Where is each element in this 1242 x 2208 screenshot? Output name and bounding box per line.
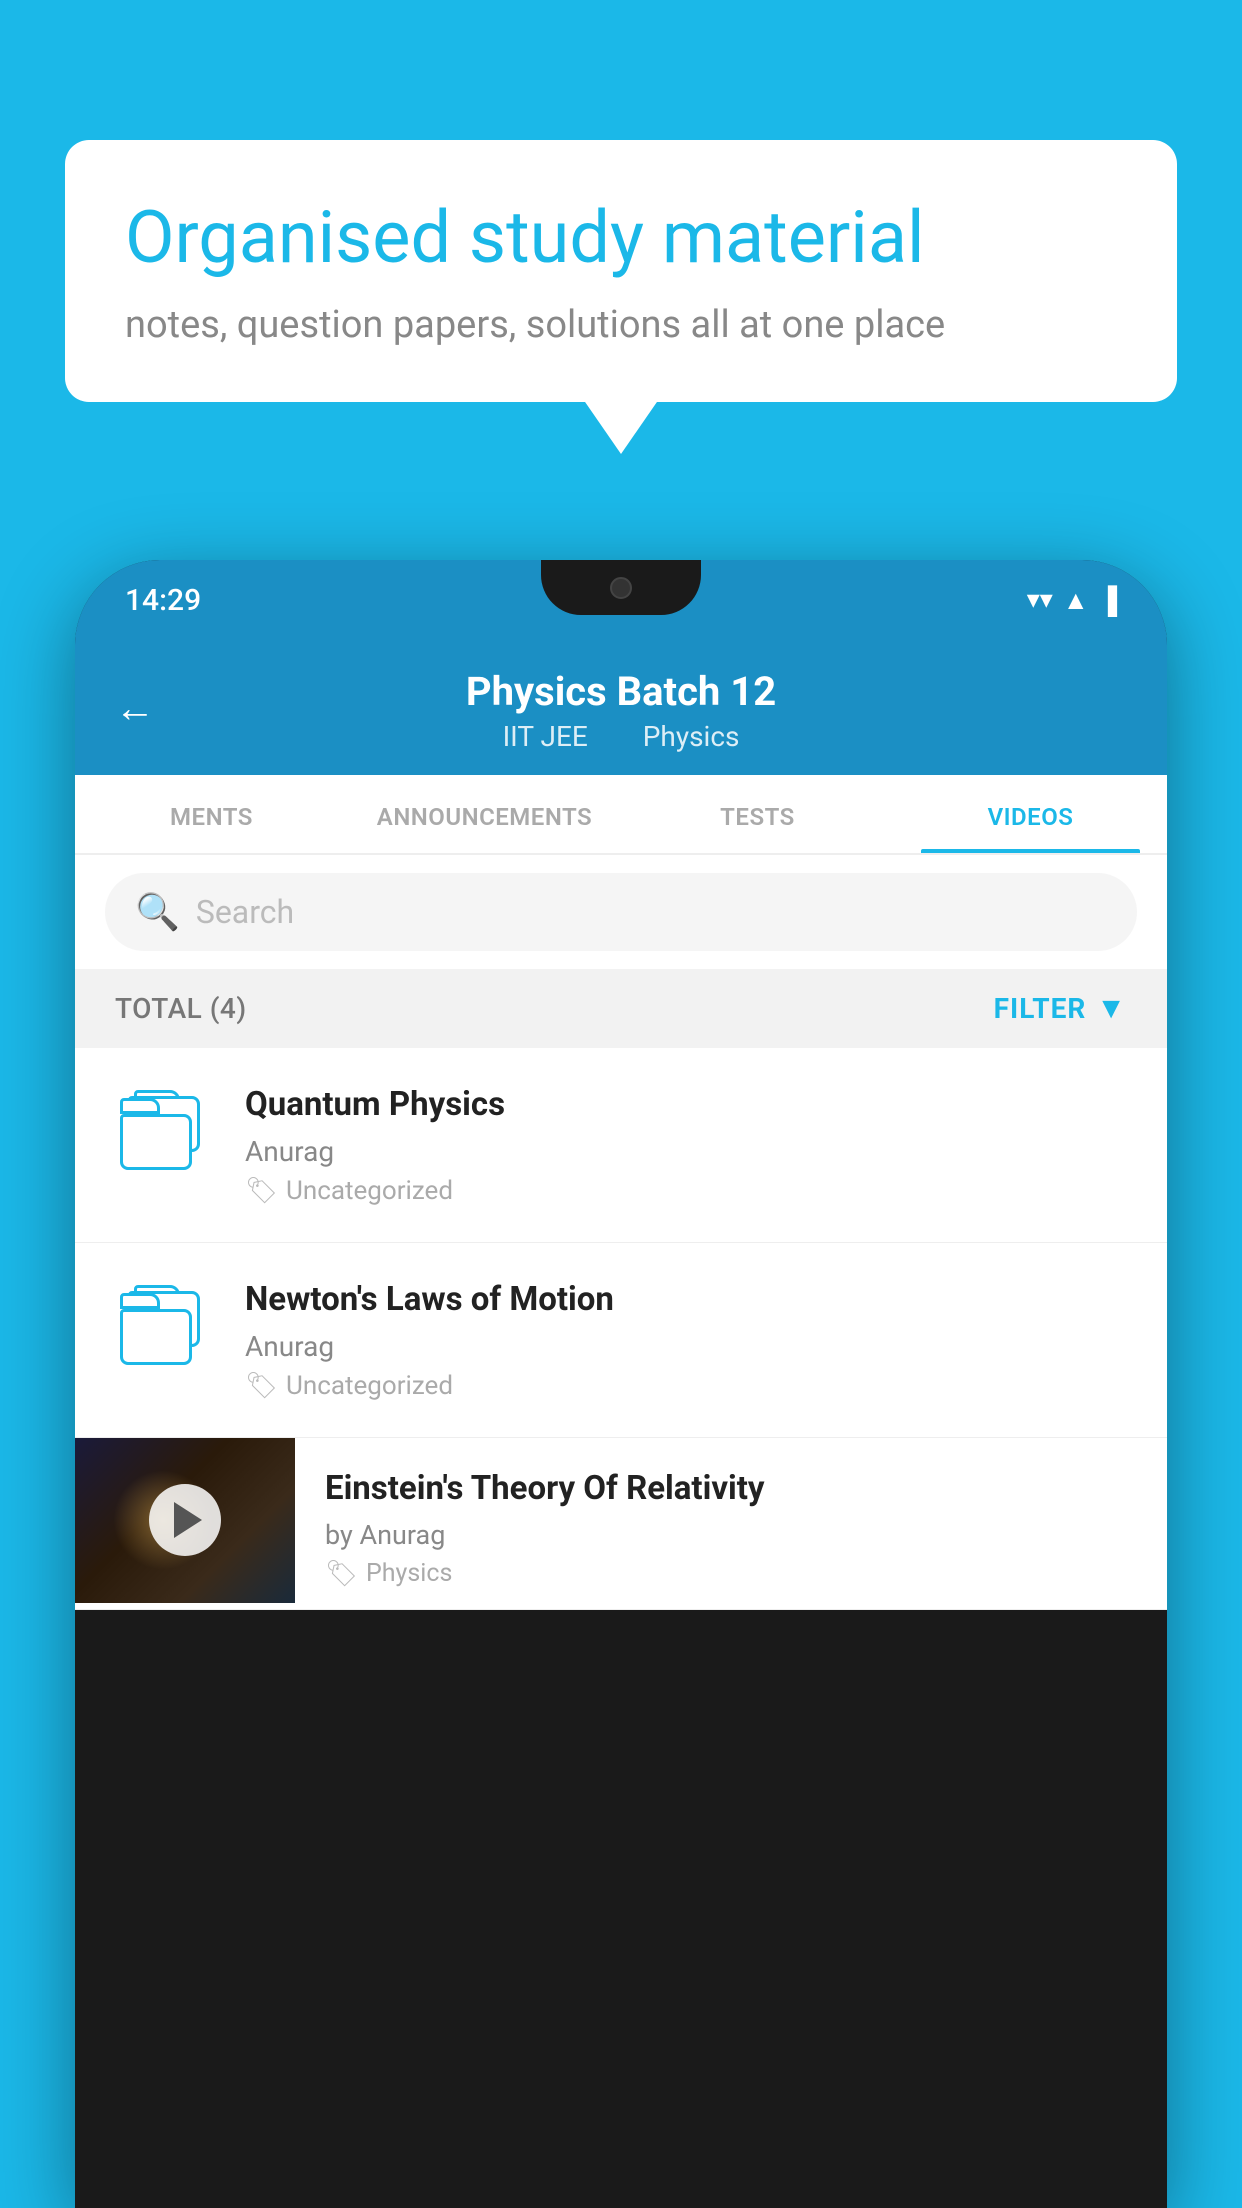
folder-icon bbox=[120, 1285, 210, 1365]
video-title: Newton's Laws of Motion bbox=[245, 1279, 1127, 1322]
video-author: Anurag bbox=[245, 1330, 1127, 1363]
status-bar: 14:29 ▾▾ ▲ ▐ bbox=[75, 560, 1167, 640]
search-bar-container: 🔍 Search bbox=[75, 855, 1167, 969]
bubble-title: Organised study material bbox=[125, 195, 1117, 281]
video-thumbnail bbox=[75, 1438, 295, 1603]
play-icon bbox=[174, 1502, 202, 1538]
search-bar[interactable]: 🔍 Search bbox=[105, 873, 1137, 951]
filter-button[interactable]: FILTER ▼ bbox=[994, 991, 1127, 1026]
video-title: Quantum Physics bbox=[245, 1084, 1127, 1127]
video-list: Quantum Physics Anurag 🏷 Uncategorized bbox=[75, 1048, 1167, 1610]
search-placeholder: Search bbox=[196, 893, 294, 931]
filter-bar: TOTAL (4) FILTER ▼ bbox=[75, 969, 1167, 1048]
header-iitjee: IIT JEE bbox=[503, 720, 588, 753]
status-icons: ▾▾ ▲ ▐ bbox=[1027, 585, 1117, 616]
header-subtitle: IIT JEE Physics bbox=[125, 720, 1117, 753]
filter-funnel-icon: ▼ bbox=[1096, 991, 1127, 1026]
tab-tests[interactable]: TESTS bbox=[621, 775, 894, 853]
video-tag: 🏷 Uncategorized bbox=[245, 1371, 1127, 1401]
back-button[interactable]: ← bbox=[115, 684, 155, 731]
video-info-2: Newton's Laws of Motion Anurag 🏷 Uncateg… bbox=[245, 1279, 1127, 1401]
phone-notch bbox=[541, 560, 701, 615]
tag-label: Physics bbox=[366, 1559, 452, 1588]
status-time: 14:29 bbox=[125, 583, 201, 618]
video-info-3: Einstein's Theory Of Relativity by Anura… bbox=[295, 1438, 1167, 1609]
video-thumb-2 bbox=[115, 1279, 215, 1365]
wifi-icon: ▾▾ bbox=[1027, 585, 1053, 615]
signal-icon: ▲ bbox=[1063, 585, 1089, 616]
tag-label: Uncategorized bbox=[286, 1371, 453, 1401]
video-author: Anurag bbox=[245, 1135, 1127, 1168]
video-author: by Anurag bbox=[325, 1519, 1137, 1551]
tab-announcements[interactable]: ANNOUNCEMENTS bbox=[348, 775, 621, 853]
header-title: Physics Batch 12 bbox=[125, 668, 1117, 716]
tag-label: Uncategorized bbox=[286, 1176, 453, 1206]
video-thumb-1 bbox=[115, 1084, 215, 1170]
video-info-1: Quantum Physics Anurag 🏷 Uncategorized bbox=[245, 1084, 1127, 1206]
camera bbox=[610, 577, 632, 599]
filter-label: FILTER bbox=[994, 992, 1087, 1025]
list-item[interactable]: Newton's Laws of Motion Anurag 🏷 Uncateg… bbox=[75, 1243, 1167, 1438]
tag-icon: 🏷 bbox=[325, 1559, 358, 1589]
play-button[interactable] bbox=[149, 1484, 221, 1556]
tag-icon: 🏷 bbox=[245, 1176, 278, 1206]
speech-bubble: Organised study material notes, question… bbox=[65, 140, 1177, 402]
list-item[interactable]: Einstein's Theory Of Relativity by Anura… bbox=[75, 1438, 1167, 1610]
video-tag: 🏷 Physics bbox=[325, 1559, 1137, 1589]
list-item[interactable]: Quantum Physics Anurag 🏷 Uncategorized bbox=[75, 1048, 1167, 1243]
search-icon: 🔍 bbox=[135, 891, 180, 933]
video-tag: 🏷 Uncategorized bbox=[245, 1176, 1127, 1206]
total-count: TOTAL (4) bbox=[115, 992, 247, 1025]
speech-bubble-container: Organised study material notes, question… bbox=[65, 140, 1177, 402]
tabs-bar: MENTS ANNOUNCEMENTS TESTS VIDEOS bbox=[75, 775, 1167, 855]
tab-ments[interactable]: MENTS bbox=[75, 775, 348, 853]
tab-videos[interactable]: VIDEOS bbox=[894, 775, 1167, 853]
phone-frame: 14:29 ▾▾ ▲ ▐ ← Physics Batch 12 IIT JEE … bbox=[75, 560, 1167, 2208]
header-physics: Physics bbox=[643, 720, 740, 753]
bubble-subtitle: notes, question papers, solutions all at… bbox=[125, 303, 1117, 347]
video-title: Einstein's Theory Of Relativity bbox=[325, 1468, 1137, 1511]
battery-icon: ▐ bbox=[1099, 585, 1117, 616]
folder-icon bbox=[120, 1090, 210, 1170]
tag-icon: 🏷 bbox=[245, 1371, 278, 1401]
app-header: ← Physics Batch 12 IIT JEE Physics bbox=[75, 640, 1167, 775]
